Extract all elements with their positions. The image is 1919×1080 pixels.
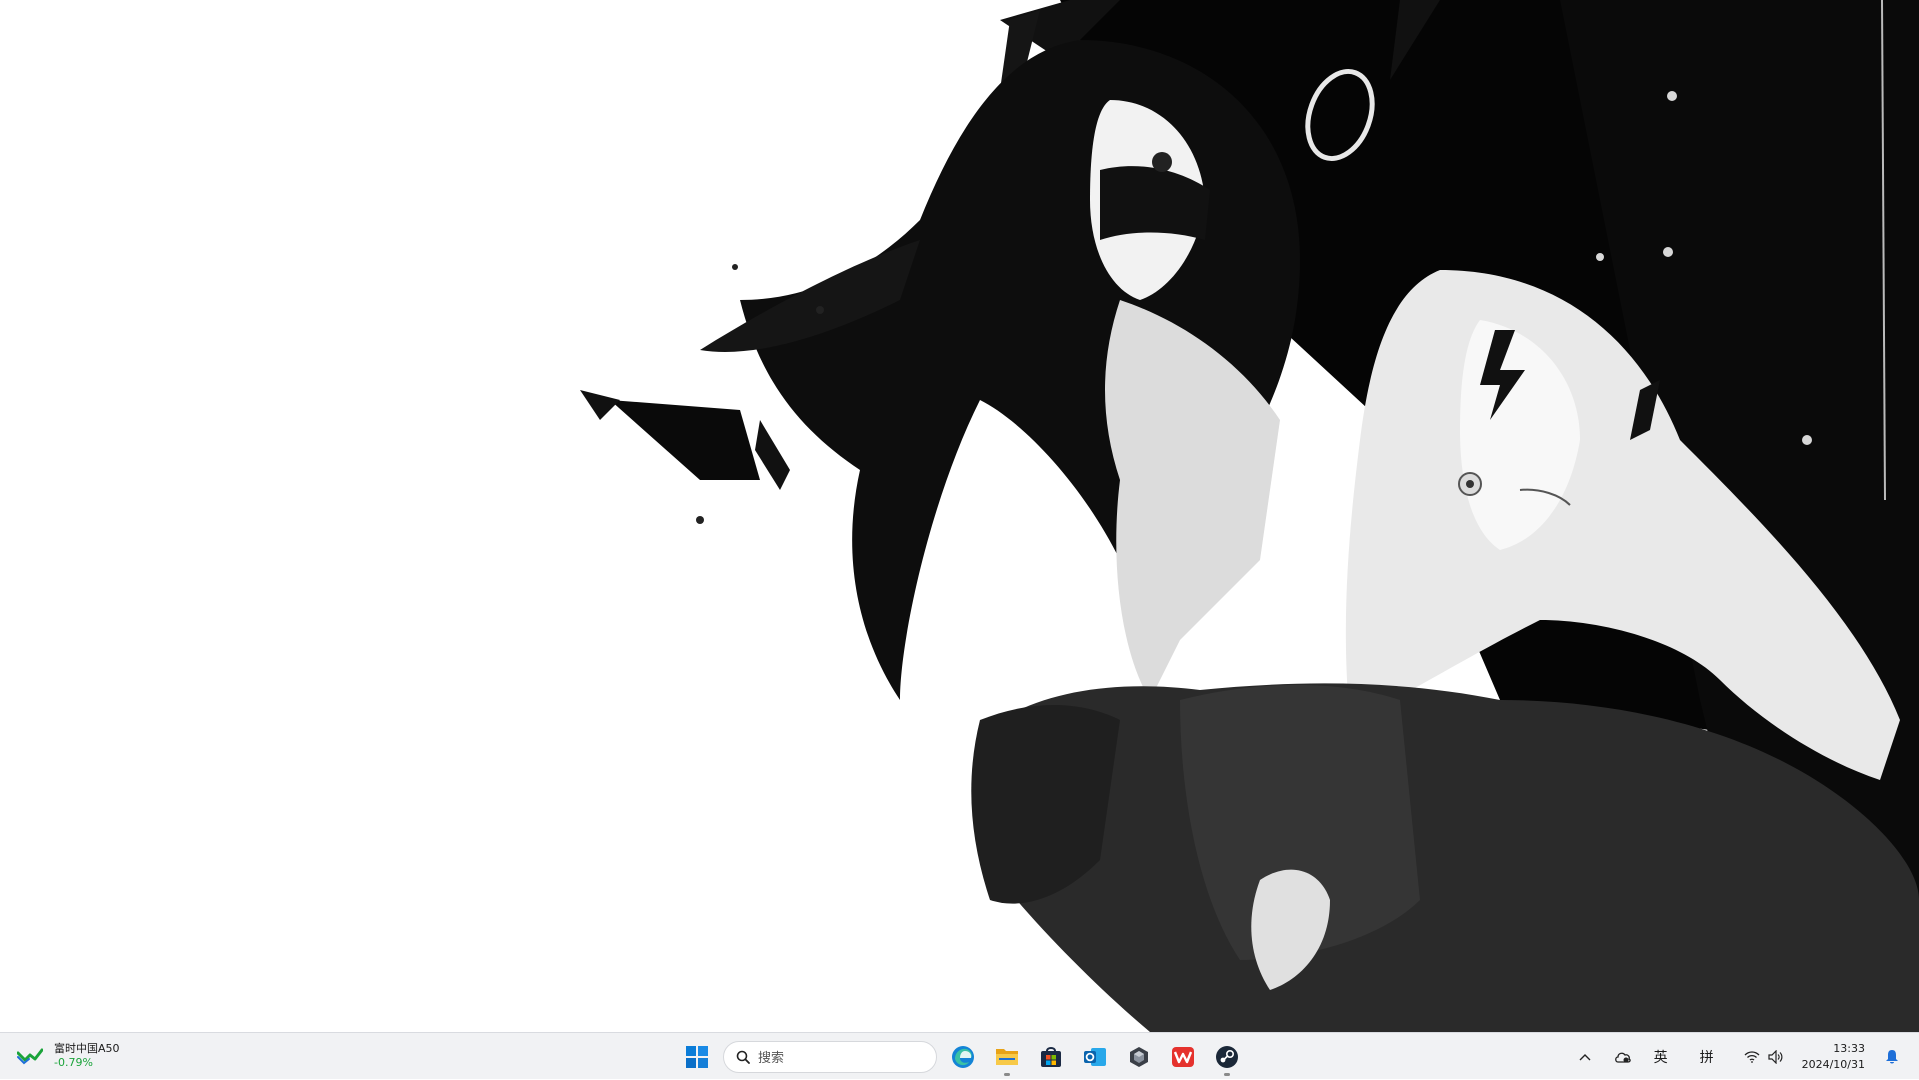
widget-title: 富时中国A50 bbox=[54, 1042, 120, 1055]
network-volume-button[interactable] bbox=[1740, 1037, 1788, 1077]
edge-button[interactable] bbox=[941, 1037, 985, 1077]
desktop[interactable] bbox=[0, 0, 1919, 1032]
stock-chart-icon bbox=[16, 1044, 44, 1068]
notification-button[interactable] bbox=[1873, 1037, 1919, 1077]
taskbar-center: 搜索 bbox=[675, 1033, 1249, 1080]
ime-mode-button[interactable]: 拼 bbox=[1688, 1037, 1726, 1077]
system-tray: 英 拼 13:33 2024/10/31 bbox=[1566, 1033, 1919, 1080]
unity-hub-button[interactable] bbox=[1117, 1037, 1161, 1077]
file-explorer-button[interactable] bbox=[985, 1037, 1029, 1077]
chevron-up-icon bbox=[1579, 1053, 1591, 1060]
edge-icon bbox=[952, 1045, 974, 1068]
show-hidden-icons-button[interactable] bbox=[1566, 1037, 1604, 1077]
store-icon bbox=[1041, 1046, 1061, 1067]
wps-icon bbox=[1172, 1046, 1194, 1067]
wifi-icon bbox=[1744, 1050, 1760, 1063]
clock-date: 2024/10/31 bbox=[1801, 1057, 1865, 1071]
folder-icon bbox=[996, 1048, 1018, 1065]
steam-icon bbox=[1216, 1045, 1238, 1068]
wallpaper-artwork bbox=[580, 0, 1919, 1032]
store-button[interactable] bbox=[1029, 1037, 1073, 1077]
clock[interactable]: 13:33 2024/10/31 bbox=[1788, 1041, 1873, 1073]
cloud-sync-button[interactable] bbox=[1604, 1037, 1642, 1077]
outlook-icon bbox=[1084, 1047, 1106, 1066]
start-button[interactable] bbox=[675, 1037, 719, 1077]
search-box[interactable]: 搜索 bbox=[723, 1040, 937, 1073]
search-icon bbox=[736, 1050, 750, 1064]
bell-icon bbox=[1886, 1049, 1898, 1063]
running-indicator bbox=[1004, 1072, 1010, 1076]
widget-change: -0.79% bbox=[54, 1056, 93, 1069]
stock-widget[interactable]: 富时中国A50 -0.79% bbox=[16, 1039, 120, 1073]
cloud-sync-icon bbox=[1614, 1052, 1631, 1063]
wps-button[interactable] bbox=[1161, 1037, 1205, 1077]
clock-time: 13:33 bbox=[1833, 1041, 1865, 1055]
windows-logo-icon bbox=[686, 1045, 708, 1068]
ime-language-button[interactable]: 英 bbox=[1642, 1037, 1680, 1077]
outlook-button[interactable] bbox=[1073, 1037, 1117, 1077]
taskbar: 富时中国A50 -0.79% 搜索 英 拼 13:33 2024/10/31 bbox=[0, 1032, 1919, 1079]
volume-icon bbox=[1767, 1049, 1783, 1064]
search-placeholder: 搜索 bbox=[758, 1051, 785, 1066]
steam-button[interactable] bbox=[1205, 1037, 1249, 1077]
running-indicator bbox=[1224, 1072, 1230, 1076]
cube-icon bbox=[1130, 1046, 1148, 1067]
